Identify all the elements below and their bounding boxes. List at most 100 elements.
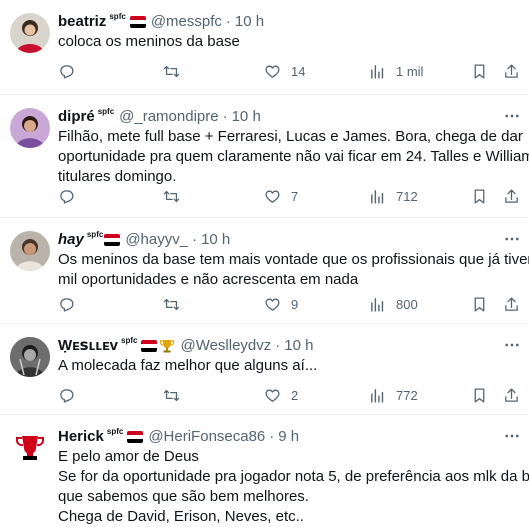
timestamp[interactable]: 10 h [232,107,261,127]
tweet[interactable]: Herick spfc @HeriFonseca86 · 9 h E pelo … [0,415,529,525]
display-name[interactable]: beatriz [58,12,106,32]
views-count: 800 [396,296,418,312]
views-button[interactable]: 772 [369,385,418,405]
more-button[interactable] [503,427,521,445]
tweet[interactable]: Ẉᴇꜱʟʟᴇᴠ spfc @Weslleydvz · 10 h A moleca… [0,324,529,415]
bookmark-button[interactable] [471,294,488,314]
more-button[interactable] [503,230,521,248]
tweet-text-line: titulares domingo. [58,168,177,185]
retweet-button[interactable] [163,294,190,314]
tweet-text-line: Os meninos da base tem mais vontade que … [58,251,529,268]
views-icon [371,189,384,204]
reply-button[interactable] [58,186,85,206]
share-icon [505,387,518,402]
heart-icon [265,65,280,78]
display-name[interactable]: hay [58,230,84,250]
views-button[interactable]: 1 mil [369,61,423,81]
bookmark-button[interactable] [471,61,488,81]
views-button[interactable]: 800 [369,294,418,314]
retweet-button[interactable] [163,186,190,206]
display-name[interactable]: Herick [58,427,104,447]
like-button[interactable]: 7 [264,186,298,206]
trophy-icon [159,338,175,354]
bookmark-icon [474,63,485,79]
retweet-icon [163,389,180,401]
tweet[interactable]: dipré spfc @_ramondipre · 10 h Filhão, m… [0,95,529,218]
handle[interactable]: @_ramondipre [119,107,218,127]
views-count: 712 [396,188,418,204]
timestamp[interactable]: 10 h [284,336,313,356]
tweet-text-line: A molecada faz melhor que alguns aí... [58,357,318,374]
retweet-icon [163,65,180,77]
views-count: 1 mil [396,63,424,79]
display-name[interactable]: dipré [58,107,95,127]
reply-button[interactable] [58,294,85,314]
avatar[interactable] [10,231,50,271]
share-icon [505,63,518,78]
avatar[interactable] [10,108,50,148]
reply-button[interactable] [58,61,85,81]
more-button[interactable] [503,336,521,354]
handle[interactable]: @hayyv_ [125,230,188,250]
badge-text: spfc [109,12,126,21]
more-button[interactable] [503,107,521,125]
share-icon [505,296,518,311]
retweet-icon [163,298,180,310]
share-button[interactable] [503,61,520,81]
tweet-text-line: mil oportunidades e não acrescenta em na… [58,271,359,288]
action-bar: 14 1 mil [58,61,529,81]
bookmark-button[interactable] [471,186,488,206]
heart-icon [265,298,280,311]
separator-dot: · [225,13,231,30]
avatar[interactable] [10,428,50,468]
tweet-text: A molecada faz melhor que alguns aí... [58,356,520,376]
tweet-text-line: que sabemos que são bem melhores. [58,488,309,505]
tweet-text: coloca os meninos da base [58,32,520,52]
separator-dot: · [269,428,275,445]
tweet[interactable]: beatriz spfc @messpfc · 10 h coloca os m… [0,0,529,95]
tweet-header: Ẉᴇꜱʟʟᴇᴠ spfc @Weslleydvz · 10 h [58,336,313,356]
avatar[interactable] [10,13,50,53]
like-count: 7 [291,188,299,204]
timestamp[interactable]: 10 h [201,230,230,250]
share-button[interactable] [503,186,520,206]
tweet-text-line: Se for da oportunidade pra jogador nota … [58,468,529,485]
handle[interactable]: @Weslleydvz [180,336,271,356]
tweet-text: E pelo amor de Deus Se for da oportunida… [58,447,529,527]
reply-icon [60,297,74,312]
flag-icon [141,340,158,352]
display-name[interactable]: Ẉᴇꜱʟʟᴇᴠ [58,336,118,356]
tweet-header: beatriz spfc @messpfc · 10 h [58,12,264,32]
like-count: 14 [291,63,306,79]
more-icon [505,434,519,438]
action-bar: 7 712 [58,186,529,206]
bookmark-icon [474,188,485,204]
heart-icon [265,389,280,402]
views-count: 772 [396,387,418,403]
tweet-header: Herick spfc @HeriFonseca86 · 9 h [58,427,299,447]
like-button[interactable]: 14 [264,61,305,81]
like-button[interactable]: 2 [264,385,298,405]
tweet[interactable]: hay spfc @hayyv_ · 10 h Os meninos da ba… [0,218,529,324]
tweet-text-line: Filhão, mete full base + Ferraresi, Luca… [58,128,523,145]
action-bar: 2 772 [58,385,529,405]
badge-text: spfc [121,336,138,345]
separator-dot: · [275,337,281,354]
retweet-button[interactable] [163,61,190,81]
views-button[interactable]: 712 [369,186,418,206]
like-button[interactable]: 9 [264,294,298,314]
retweet-button[interactable] [163,385,190,405]
timestamp[interactable]: 10 h [235,12,264,32]
share-button[interactable] [503,385,520,405]
tweet-header: hay spfc @hayyv_ · 10 h [58,230,230,250]
handle[interactable]: @messpfc [151,12,222,32]
avatar[interactable] [10,337,50,377]
share-button[interactable] [503,294,520,314]
timestamp[interactable]: 9 h [278,427,299,447]
reply-icon [60,64,74,79]
flag-icon [104,234,121,246]
views-icon [371,64,384,79]
bookmark-button[interactable] [471,385,488,405]
handle[interactable]: @HeriFonseca86 [148,427,265,447]
reply-button[interactable] [58,385,85,405]
